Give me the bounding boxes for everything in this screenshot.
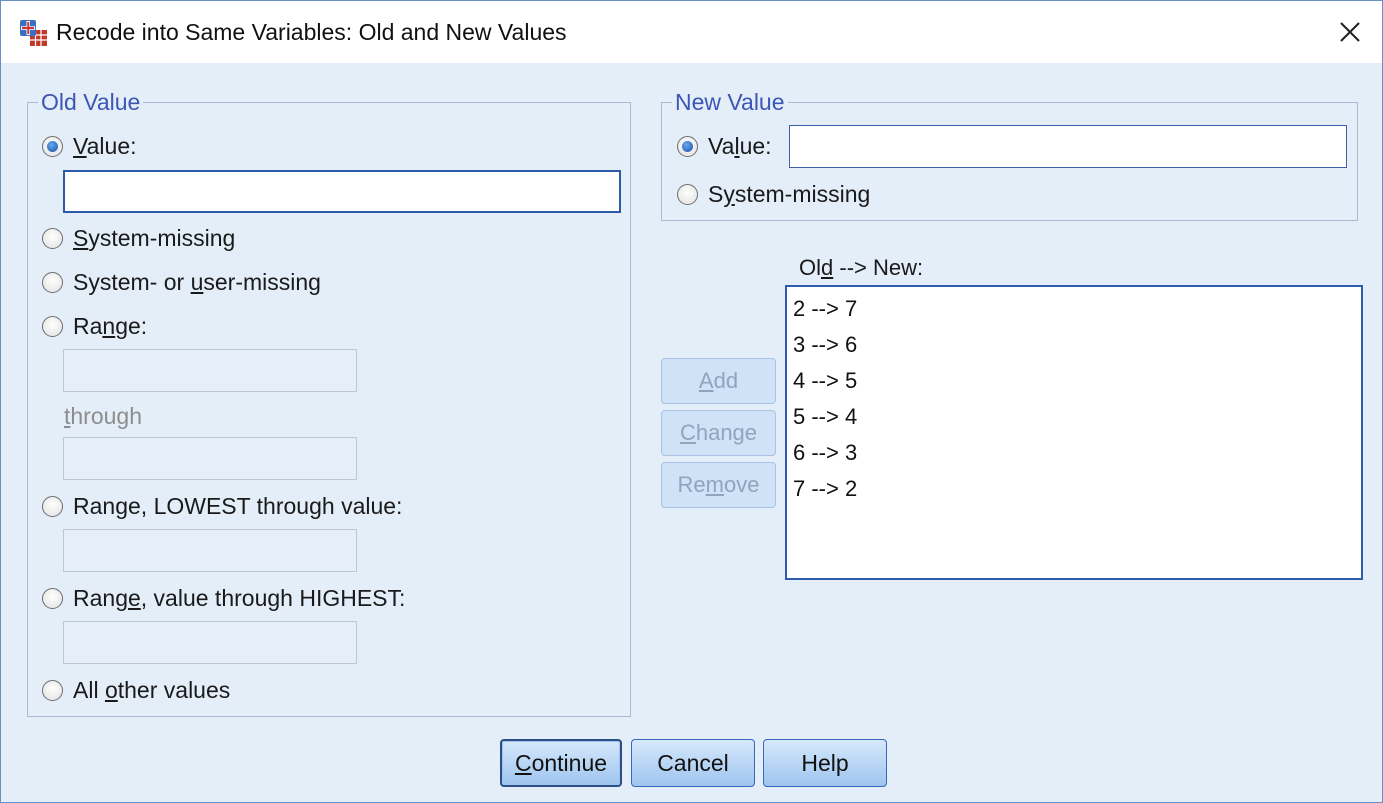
close-icon [1340,22,1360,42]
mapping-list-item[interactable]: 7 --> 2 [793,475,1355,511]
radio-icon [42,588,63,609]
radio-icon [677,184,698,205]
new-value-input[interactable] [789,125,1347,168]
new-system-missing-radio[interactable]: System-missing [677,181,870,208]
range-radio[interactable]: Range: [42,313,147,340]
close-button[interactable] [1319,1,1381,63]
old-value-radio-label-rest: alue: [86,133,137,159]
old-value-radio[interactable]: Value: [42,133,137,160]
mapping-list-item[interactable]: 2 --> 7 [793,295,1355,331]
range-highest-radio[interactable]: Range, value through HIGHEST: [42,585,405,612]
system-missing-radio[interactable]: System-missing [42,225,235,252]
all-other-values-radio[interactable]: All other values [42,677,230,704]
new-value-legend: New Value [675,89,785,115]
continue-button[interactable]: Continue [500,739,622,787]
system-missing-label: System-missing [73,225,236,251]
through-label: through [64,403,143,429]
mapping-list-item[interactable]: 3 --> 6 [793,331,1355,367]
cancel-button[interactable]: Cancel [631,739,755,787]
mapping-list-item[interactable]: 5 --> 4 [793,403,1355,439]
range-to-input[interactable] [63,437,357,480]
new-value-radio[interactable]: Value: [677,133,772,160]
recode-dialog: Recode into Same Variables: Old and New … [0,0,1383,803]
radio-selected-icon [42,136,63,157]
help-button[interactable]: Help [763,739,887,787]
old-value-input[interactable] [63,170,621,213]
title-bar: Recode into Same Variables: Old and New … [1,1,1382,63]
old-new-listbox[interactable]: 2 --> 73 --> 64 --> 55 --> 46 --> 37 -->… [785,285,1363,580]
old-value-legend: Old Value [41,89,141,115]
radio-icon [42,496,63,517]
radio-icon [42,228,63,249]
range-lowest-label: Range, LOWEST through value: [73,493,403,519]
old-value-radio-label: Value: [73,133,137,159]
remove-button[interactable]: Re m ove [661,462,776,508]
change-button[interactable]: Change [661,410,776,456]
all-other-values-label: All other values [73,677,231,703]
range-lowest-radio[interactable]: Range, LOWEST through value: [42,493,402,520]
radio-icon [42,680,63,701]
window-title: Recode into Same Variables: Old and New … [56,19,567,45]
spss-recode-icon [20,20,47,46]
mapping-list-item[interactable]: 6 --> 3 [793,439,1355,475]
range-from-input[interactable] [63,349,357,392]
range-highest-input[interactable] [63,621,357,664]
mapping-list-item[interactable]: 4 --> 5 [793,367,1355,403]
system-or-user-missing-radio[interactable]: System- or user-missing [42,269,321,296]
range-highest-label: Range, value through HIGHEST: [73,585,406,611]
system-or-user-missing-label: System- or user-missing [73,269,321,295]
old-new-label: Old --> New: [799,255,924,280]
add-button[interactable]: Add [661,358,776,404]
new-value-radio-label: Value: [708,133,772,159]
radio-selected-icon [677,136,698,157]
radio-icon [42,272,63,293]
range-label: Range: [73,313,148,339]
range-lowest-input[interactable] [63,529,357,572]
new-system-missing-label: System-missing [708,181,871,207]
radio-icon [42,316,63,337]
